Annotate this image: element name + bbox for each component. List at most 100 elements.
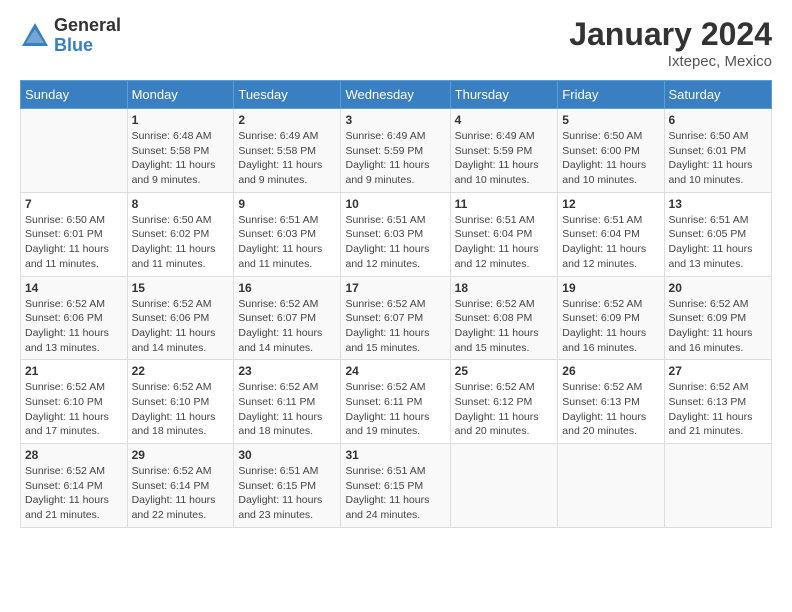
calendar-cell: 17 Sunrise: 6:52 AM Sunset: 6:07 PM Dayli… [341, 276, 450, 360]
calendar-cell: 9 Sunrise: 6:51 AM Sunset: 6:03 PM Daylig… [234, 192, 341, 276]
month-title: January 2024 [569, 16, 772, 53]
day-info: Sunrise: 6:52 AM Sunset: 6:09 PM Dayligh… [562, 297, 659, 356]
day-number: 15 [132, 281, 230, 295]
day-number: 2 [238, 113, 336, 127]
day-info: Sunrise: 6:52 AM Sunset: 6:06 PM Dayligh… [25, 297, 123, 356]
col-friday: Friday [558, 81, 664, 109]
day-info: Sunrise: 6:49 AM Sunset: 5:59 PM Dayligh… [345, 129, 445, 188]
week-row-1: 1Sunrise: 6:48 AM Sunset: 5:58 PM Daylig… [21, 109, 772, 193]
calendar-cell: 5Sunrise: 6:50 AM Sunset: 6:00 PM Daylig… [558, 109, 664, 193]
calendar-cell: 26 Sunrise: 6:52 AM Sunset: 6:13 PM Dayli… [558, 360, 664, 444]
header-row: Sunday Monday Tuesday Wednesday Thursday… [21, 81, 772, 109]
day-info: Sunrise: 6:49 AM Sunset: 5:58 PM Dayligh… [238, 129, 336, 188]
day-info: Sunrise: 6:52 AM Sunset: 6:09 PM Dayligh… [669, 297, 767, 356]
col-sunday: Sunday [21, 81, 128, 109]
day-number: 13 [669, 197, 767, 211]
col-wednesday: Wednesday [341, 81, 450, 109]
calendar-cell: 7Sunrise: 6:50 AM Sunset: 6:01 PM Daylig… [21, 192, 128, 276]
day-info: Sunrise: 6:52 AM Sunset: 6:14 PM Dayligh… [25, 464, 123, 523]
calendar-cell: 10 Sunrise: 6:51 AM Sunset: 6:03 PM Dayli… [341, 192, 450, 276]
calendar-cell: 12 Sunrise: 6:51 AM Sunset: 6:04 PM Dayli… [558, 192, 664, 276]
day-info: Sunrise: 6:52 AM Sunset: 6:13 PM Dayligh… [562, 380, 659, 439]
day-info: Sunrise: 6:52 AM Sunset: 6:14 PM Dayligh… [132, 464, 230, 523]
day-info: Sunrise: 6:52 AM Sunset: 6:11 PM Dayligh… [238, 380, 336, 439]
calendar-cell: 29Sunrise: 6:52 AM Sunset: 6:14 PM Dayli… [127, 444, 234, 528]
logo-text: General Blue [54, 16, 121, 56]
calendar-cell: 13 Sunrise: 6:51 AM Sunset: 6:05 PM Dayli… [664, 192, 771, 276]
calendar-cell: 11Sunrise: 6:51 AM Sunset: 6:04 PM Dayli… [450, 192, 558, 276]
day-number: 6 [669, 113, 767, 127]
week-row-5: 28 Sunrise: 6:52 AM Sunset: 6:14 PM Dayli… [21, 444, 772, 528]
calendar-cell [21, 109, 128, 193]
calendar-cell: 3 Sunrise: 6:49 AM Sunset: 5:59 PM Daylig… [341, 109, 450, 193]
day-number: 31 [345, 448, 445, 462]
day-number: 10 [345, 197, 445, 211]
week-row-4: 21Sunrise: 6:52 AM Sunset: 6:10 PM Dayli… [21, 360, 772, 444]
calendar-cell: 8 Sunrise: 6:50 AM Sunset: 6:02 PM Daylig… [127, 192, 234, 276]
day-info: Sunrise: 6:51 AM Sunset: 6:03 PM Dayligh… [345, 213, 445, 272]
calendar-cell: 15Sunrise: 6:52 AM Sunset: 6:06 PM Dayli… [127, 276, 234, 360]
day-info: Sunrise: 6:51 AM Sunset: 6:04 PM Dayligh… [455, 213, 554, 272]
header: General Blue January 2024 Ixtepec, Mexic… [20, 16, 772, 70]
calendar-cell: 28 Sunrise: 6:52 AM Sunset: 6:14 PM Dayli… [21, 444, 128, 528]
calendar-cell: 30Sunrise: 6:51 AM Sunset: 6:15 PM Dayli… [234, 444, 341, 528]
day-number: 8 [132, 197, 230, 211]
day-info: Sunrise: 6:50 AM Sunset: 6:00 PM Dayligh… [562, 129, 659, 188]
logo: General Blue [20, 16, 121, 56]
calendar-cell: 21Sunrise: 6:52 AM Sunset: 6:10 PM Dayli… [21, 360, 128, 444]
day-info: Sunrise: 6:52 AM Sunset: 6:10 PM Dayligh… [25, 380, 123, 439]
col-tuesday: Tuesday [234, 81, 341, 109]
day-number: 24 [345, 364, 445, 378]
day-info: Sunrise: 6:52 AM Sunset: 6:12 PM Dayligh… [455, 380, 554, 439]
calendar-body: 1Sunrise: 6:48 AM Sunset: 5:58 PM Daylig… [21, 109, 772, 528]
week-row-3: 14 Sunrise: 6:52 AM Sunset: 6:06 PM Dayli… [21, 276, 772, 360]
day-number: 28 [25, 448, 123, 462]
logo-icon [20, 21, 50, 51]
calendar-cell: 19 Sunrise: 6:52 AM Sunset: 6:09 PM Dayli… [558, 276, 664, 360]
logo-general-text: General [54, 16, 121, 36]
day-info: Sunrise: 6:50 AM Sunset: 6:02 PM Dayligh… [132, 213, 230, 272]
calendar-cell: 20Sunrise: 6:52 AM Sunset: 6:09 PM Dayli… [664, 276, 771, 360]
day-number: 27 [669, 364, 767, 378]
calendar-cell: 23 Sunrise: 6:52 AM Sunset: 6:11 PM Dayli… [234, 360, 341, 444]
day-number: 23 [238, 364, 336, 378]
calendar-cell: 27Sunrise: 6:52 AM Sunset: 6:13 PM Dayli… [664, 360, 771, 444]
day-info: Sunrise: 6:51 AM Sunset: 6:15 PM Dayligh… [238, 464, 336, 523]
title-block: January 2024 Ixtepec, Mexico [569, 16, 772, 70]
calendar-cell: 31 Sunrise: 6:51 AM Sunset: 6:15 PM Dayli… [341, 444, 450, 528]
day-number: 18 [455, 281, 554, 295]
day-info: Sunrise: 6:51 AM Sunset: 6:04 PM Dayligh… [562, 213, 659, 272]
day-number: 14 [25, 281, 123, 295]
day-number: 9 [238, 197, 336, 211]
calendar-cell: 24Sunrise: 6:52 AM Sunset: 6:11 PM Dayli… [341, 360, 450, 444]
calendar-cell [558, 444, 664, 528]
day-info: Sunrise: 6:51 AM Sunset: 6:15 PM Dayligh… [345, 464, 445, 523]
col-thursday: Thursday [450, 81, 558, 109]
day-number: 26 [562, 364, 659, 378]
calendar-cell: 6 Sunrise: 6:50 AM Sunset: 6:01 PM Daylig… [664, 109, 771, 193]
day-info: Sunrise: 6:51 AM Sunset: 6:03 PM Dayligh… [238, 213, 336, 272]
calendar-table: Sunday Monday Tuesday Wednesday Thursday… [20, 80, 772, 528]
calendar-cell: 22 Sunrise: 6:52 AM Sunset: 6:10 PM Dayli… [127, 360, 234, 444]
week-row-2: 7Sunrise: 6:50 AM Sunset: 6:01 PM Daylig… [21, 192, 772, 276]
calendar-cell: 25 Sunrise: 6:52 AM Sunset: 6:12 PM Dayli… [450, 360, 558, 444]
day-info: Sunrise: 6:50 AM Sunset: 6:01 PM Dayligh… [669, 129, 767, 188]
calendar-cell: 2 Sunrise: 6:49 AM Sunset: 5:58 PM Daylig… [234, 109, 341, 193]
day-info: Sunrise: 6:52 AM Sunset: 6:07 PM Dayligh… [345, 297, 445, 356]
day-info: Sunrise: 6:51 AM Sunset: 6:05 PM Dayligh… [669, 213, 767, 272]
day-number: 1 [132, 113, 230, 127]
day-number: 3 [345, 113, 445, 127]
day-number: 19 [562, 281, 659, 295]
calendar-cell [664, 444, 771, 528]
day-number: 12 [562, 197, 659, 211]
page: General Blue January 2024 Ixtepec, Mexic… [0, 0, 792, 612]
day-info: Sunrise: 6:52 AM Sunset: 6:08 PM Dayligh… [455, 297, 554, 356]
day-number: 16 [238, 281, 336, 295]
day-info: Sunrise: 6:52 AM Sunset: 6:10 PM Dayligh… [132, 380, 230, 439]
day-number: 22 [132, 364, 230, 378]
day-number: 25 [455, 364, 554, 378]
day-number: 7 [25, 197, 123, 211]
day-number: 17 [345, 281, 445, 295]
col-saturday: Saturday [664, 81, 771, 109]
calendar-cell [450, 444, 558, 528]
